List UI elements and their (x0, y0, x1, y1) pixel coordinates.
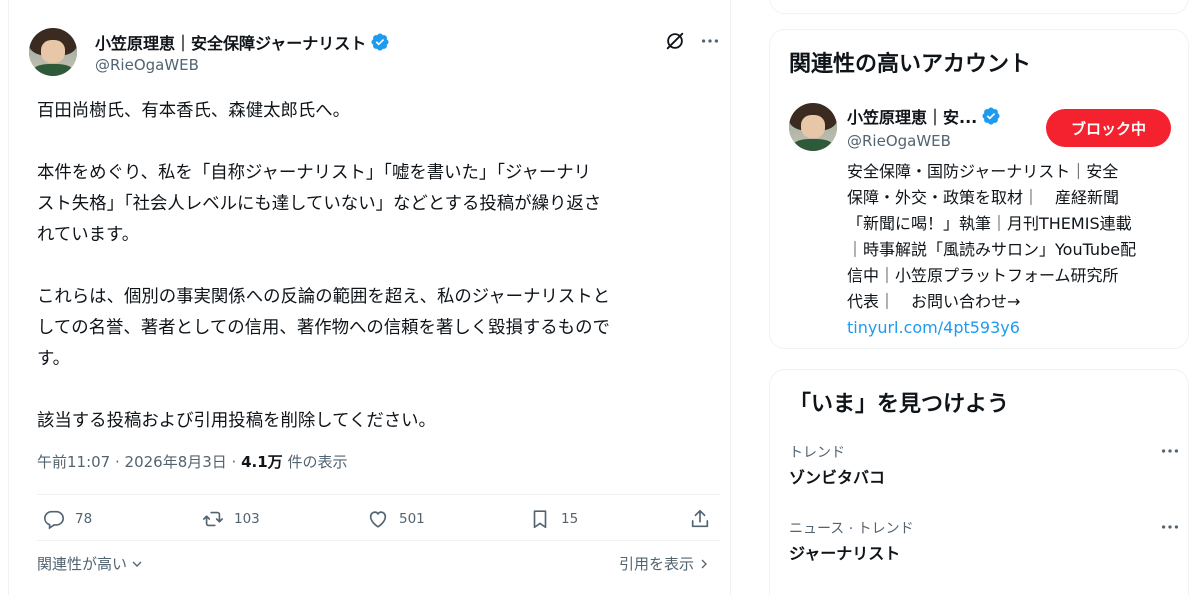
divider (37, 540, 720, 541)
verified-badge-icon (981, 106, 1001, 126)
tweet-paragraph: 本件をめぐり、私を「自称ジャーナリスト」「嘘を書いた」「ジャーナリ スト失格」「… (37, 163, 602, 245)
share-icon (691, 509, 709, 528)
tweet-column: 小笠原理恵｜安全保障ジャーナリスト @RieOgaWEB 百田尚樹氏、有本香氏、… (8, 0, 731, 595)
trend-category: ニュース · トレンド (789, 521, 914, 537)
account-name-row[interactable]: 小笠原理恵｜安... (847, 104, 1001, 128)
reply-icon (44, 510, 64, 530)
account-bio-link[interactable]: tinyurl.com/4pt593y6 (847, 318, 1020, 337)
sort-label: 関連性が高い (37, 555, 128, 573)
account-bio: 安全保障・国防ジャーナリスト｜安全 保障・外交・政策を取材｜ 産経新聞 「新聞に… (847, 159, 1177, 341)
views-count[interactable]: 4.1万 (241, 453, 283, 471)
relevant-accounts-title: 関連性の高いアカウント (789, 52, 1032, 77)
divider (37, 494, 720, 495)
share-button[interactable] (689, 508, 711, 530)
tweet-paragraph: 百田尚樹氏、有本香氏、森健太郎氏へ。 (37, 101, 351, 121)
grok-icon[interactable] (664, 30, 686, 52)
author-name[interactable]: 小笠原理恵｜安全保障ジャーナリスト (95, 30, 366, 54)
trend-name: ジャーナリスト (789, 544, 901, 563)
repost-icon (203, 511, 223, 527)
like-count: 501 (399, 511, 425, 527)
bookmark-icon (533, 510, 547, 529)
like-button[interactable]: 501 (367, 508, 425, 530)
author-name-row[interactable]: 小笠原理恵｜安全保障ジャーナリスト (95, 30, 390, 54)
verified-badge-icon (370, 32, 390, 52)
chevron-right-icon (701, 559, 707, 568)
reply-button[interactable]: 78 (43, 508, 92, 530)
tweet-paragraph: これらは、個別の事実関係への反論の範囲を超え、私のジャーナリストと しての名誉、… (37, 287, 611, 369)
more-options-icon[interactable] (699, 30, 721, 52)
tweet-timestamp[interactable]: 午前11:07 · 2026年8月3日 · (37, 453, 241, 471)
trend-category: トレンド (789, 445, 845, 461)
quotes-label: 引用を表示 (619, 555, 695, 573)
tweet-text: 百田尚樹氏、有本香氏、森健太郎氏へ。 本件をめぐり、私を「自称ジャーナリスト」「… (37, 96, 727, 437)
views-label: 件の表示 (282, 453, 348, 471)
reply-count: 78 (75, 511, 93, 527)
more-options-icon[interactable] (1159, 516, 1181, 538)
bookmark-button[interactable]: 15 (529, 508, 578, 530)
relevant-accounts-card: 関連性の高いアカウント 小笠原理恵｜安... @RieOgaWEB ブロック中 … (769, 29, 1189, 349)
trend-name: ゾンビタバコ (789, 468, 886, 487)
blocked-button[interactable]: ブロック中 (1046, 109, 1171, 147)
repost-button[interactable]: 103 (202, 508, 260, 530)
more-options-icon[interactable] (1159, 440, 1181, 462)
account-bio-text: 安全保障・国防ジャーナリスト｜安全 保障・外交・政策を取材｜ 産経新聞 「新聞に… (847, 162, 1137, 311)
sort-replies-dropdown[interactable]: 関連性が高い (37, 553, 145, 574)
author-avatar[interactable] (29, 28, 77, 76)
trend-item[interactable]: トレンド ゾンビタバコ (789, 442, 1179, 488)
tweet-paragraph: 該当する投稿および引用投稿を削除してください。 (37, 411, 436, 431)
chevron-down-icon (132, 561, 142, 567)
trend-item[interactable]: ニュース · トレンド ジャーナリスト (789, 518, 1179, 564)
whats-happening-card: 「いま」を見つけよう トレンド ゾンビタバコ ニュース · トレンド ジャーナリ… (769, 369, 1189, 595)
tweet-meta: 午前11:07 · 2026年8月3日 · 4.1万 件の表示 (37, 451, 347, 472)
repost-count: 103 (234, 511, 260, 527)
bookmark-count: 15 (561, 511, 579, 527)
tweet-actions: 78 103 501 15 (37, 508, 720, 542)
account-handle[interactable]: @RieOgaWEB (847, 132, 951, 150)
account-name[interactable]: 小笠原理恵｜安... (847, 104, 977, 128)
view-quotes-link[interactable]: 引用を表示 (619, 553, 712, 574)
author-handle[interactable]: @RieOgaWEB (95, 56, 199, 74)
sidebar-top-card (769, 0, 1189, 14)
account-avatar[interactable] (789, 103, 837, 151)
heart-icon (369, 511, 387, 528)
whats-happening-title: 「いま」を見つけよう (789, 392, 1010, 417)
